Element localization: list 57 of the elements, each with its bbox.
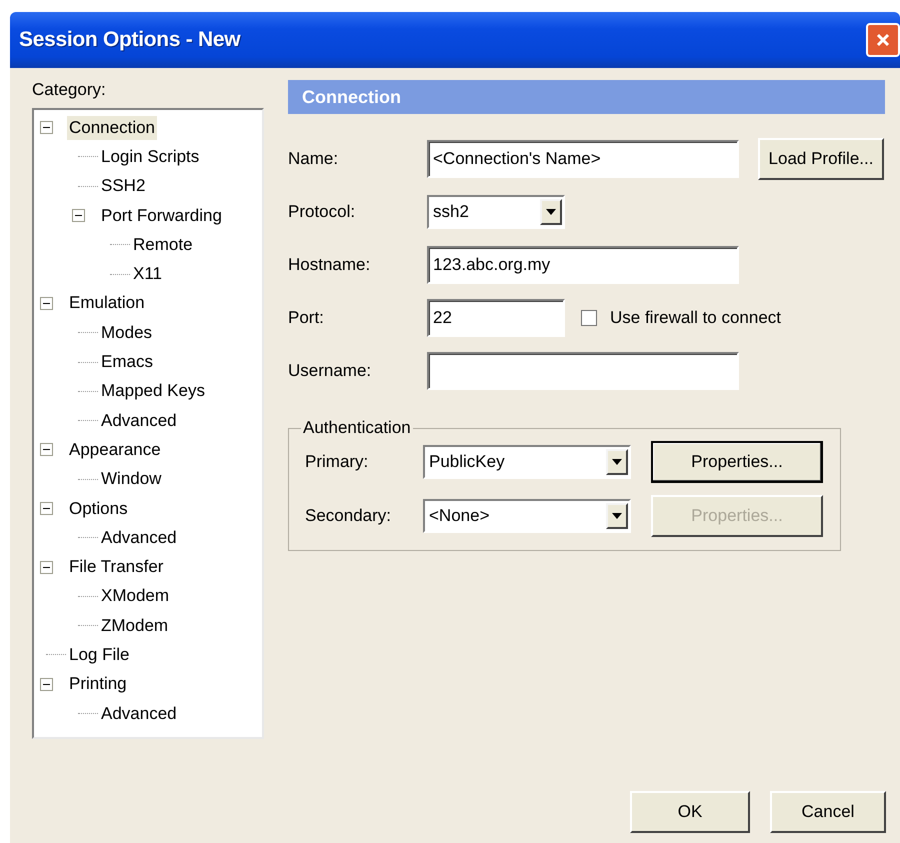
field-label: Port:: [288, 308, 325, 328]
field-label: Secondary:: [305, 506, 392, 526]
close-button[interactable]: [866, 23, 900, 57]
dropdown[interactable]: ssh2: [427, 195, 565, 229]
tree-item[interactable]: Connection: [67, 116, 158, 140]
input-field[interactable]: <Connection's Name>: [427, 140, 739, 178]
field-label: Hostname:: [288, 255, 372, 275]
tree-item[interactable]: Emulation: [67, 291, 147, 316]
tree-item[interactable]: Advanced: [99, 408, 179, 433]
collapse-icon[interactable]: [40, 296, 53, 310]
field-label: Primary:: [305, 452, 370, 472]
section-header: Connection: [288, 80, 885, 114]
tree-item[interactable]: Appearance: [67, 438, 163, 462]
window-title: Session Options - New: [18, 28, 240, 52]
collapse-icon[interactable]: [40, 443, 53, 456]
tree-item[interactable]: Port Forwarding: [99, 204, 224, 228]
tree-item[interactable]: Modes: [99, 320, 154, 345]
input-field[interactable]: 22: [427, 299, 565, 337]
tree-item[interactable]: Remote: [131, 232, 195, 257]
checkbox[interactable]: [581, 310, 597, 326]
dropdown[interactable]: PublicKey: [423, 445, 631, 479]
tree-item[interactable]: Advanced: [99, 702, 179, 726]
category-label: Category:: [32, 80, 106, 101]
close-icon: [875, 32, 891, 48]
tree-item[interactable]: Login Scripts: [99, 144, 202, 169]
tree-item[interactable]: ZModem: [99, 614, 170, 638]
collapse-icon[interactable]: [40, 502, 53, 515]
caret-icon: [546, 209, 556, 215]
tree-item[interactable]: XModem: [99, 584, 172, 608]
tree-item[interactable]: Printing: [67, 672, 129, 696]
group-title: Authentication: [302, 418, 412, 438]
tree-item[interactable]: File Transfer: [67, 555, 166, 580]
caret-icon: [612, 513, 622, 519]
tree-item[interactable]: Log File: [67, 642, 132, 667]
input-field[interactable]: 123.abc.org.my: [427, 246, 739, 284]
collapse-icon[interactable]: [40, 121, 53, 134]
field-label: Protocol:: [288, 202, 356, 222]
checkbox-label: Use firewall to connect: [610, 308, 782, 328]
load-profile-button[interactable]: Load Profile...: [758, 138, 884, 180]
tree-item[interactable]: Advanced: [99, 526, 179, 550]
properties-button[interactable]: Properties...: [651, 441, 823, 483]
field-label: Username:: [288, 361, 372, 381]
dropdown[interactable]: <None>: [423, 499, 631, 533]
tree-item[interactable]: Options: [67, 496, 130, 520]
dialog-button[interactable]: Cancel: [770, 791, 886, 833]
field-label: Name:: [288, 149, 340, 169]
collapse-icon[interactable]: [40, 678, 53, 691]
caret-icon: [612, 459, 622, 465]
dialog-button[interactable]: OK: [630, 791, 750, 833]
tree-item[interactable]: X11: [131, 262, 164, 286]
input-field[interactable]: [427, 352, 739, 390]
tree-item[interactable]: Mapped Keys: [99, 379, 207, 404]
collapse-icon[interactable]: [72, 209, 85, 222]
tree-item[interactable]: Emacs: [99, 350, 155, 374]
collapse-icon[interactable]: [40, 560, 53, 574]
tree-item[interactable]: Window: [99, 467, 164, 492]
tree-item[interactable]: SSH2: [99, 174, 148, 198]
